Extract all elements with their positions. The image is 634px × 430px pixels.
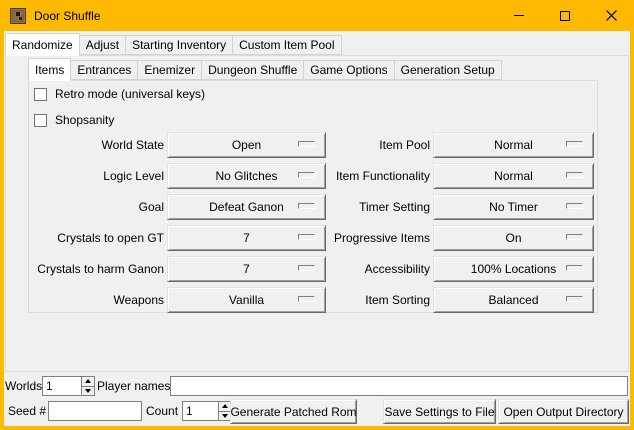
checkbox-retro-mode[interactable]: Retro mode (universal keys) xyxy=(34,85,205,103)
dropdown-item-functionality[interactable]: Normal xyxy=(433,163,594,189)
label-timer-setting: Timer Setting xyxy=(269,194,430,220)
tab-entrances[interactable]: Entrances xyxy=(70,60,138,80)
client-area: Randomize Adjust Starting Inventory Cust… xyxy=(4,31,630,426)
dropdown-accessibility[interactable]: 100% Locations xyxy=(433,256,594,282)
dropdown-indicator-icon xyxy=(566,234,583,240)
count-spinner[interactable] xyxy=(182,401,232,421)
checkbox-icon xyxy=(34,114,47,127)
dropdown-indicator-icon xyxy=(566,265,583,271)
window-controls xyxy=(496,0,634,31)
dropdown-value: No Timer xyxy=(489,195,538,219)
dropdown-progressive-items[interactable]: On xyxy=(433,225,594,251)
label-progressive-items: Progressive Items xyxy=(269,225,430,251)
dropdown-value: Vanilla xyxy=(229,288,264,312)
items-pane: Retro mode (universal keys) Shopsanity W… xyxy=(28,80,598,313)
tab-adjust[interactable]: Adjust xyxy=(79,35,126,55)
player-names-label: Player names xyxy=(97,375,170,397)
minimize-button[interactable] xyxy=(496,0,542,31)
tab-starting-inventory[interactable]: Starting Inventory xyxy=(125,35,233,55)
dropdown-value: Balanced xyxy=(488,288,538,312)
window-title: Door Shuffle xyxy=(34,9,101,23)
dropdown-value: Open xyxy=(232,133,261,157)
down-arrow-icon xyxy=(222,414,228,418)
worlds-spin-down-button[interactable] xyxy=(82,386,94,396)
main-tabstrip: Randomize Adjust Starting Inventory Cust… xyxy=(5,33,342,55)
label-item-functionality: Item Functionality xyxy=(269,163,430,189)
close-button[interactable] xyxy=(588,0,634,31)
checkbox-label: Shopsanity xyxy=(55,113,114,127)
label-item-sorting: Item Sorting xyxy=(269,287,430,313)
label-world-state: World State xyxy=(29,132,164,158)
dropdown-item-pool[interactable]: Normal xyxy=(433,132,594,158)
sub-tabstrip: Items Entrances Enemizer Dungeon Shuffle… xyxy=(28,58,502,80)
checkbox-label: Retro mode (universal keys) xyxy=(55,87,205,101)
player-names-input[interactable] xyxy=(170,376,628,396)
dropdown-value: Normal xyxy=(494,133,533,157)
tab-custom-item-pool[interactable]: Custom Item Pool xyxy=(232,35,341,55)
seed-label: Seed # xyxy=(8,400,46,422)
maximize-button[interactable] xyxy=(542,0,588,31)
label-accessibility: Accessibility xyxy=(269,256,430,282)
tab-dungeon-shuffle[interactable]: Dungeon Shuffle xyxy=(201,60,304,80)
tab-game-options[interactable]: Game Options xyxy=(303,60,394,80)
spinner-buttons xyxy=(81,377,94,395)
tab-randomize[interactable]: Randomize xyxy=(5,33,80,56)
dropdown-value: 7 xyxy=(243,257,250,281)
dropdown-indicator-icon xyxy=(566,296,583,302)
dropdown-indicator-icon xyxy=(566,203,583,209)
minimize-icon xyxy=(514,15,524,16)
generate-patched-rom-button[interactable]: Generate Patched Rom xyxy=(230,399,357,424)
label-logic-level: Logic Level xyxy=(29,163,164,189)
dropdown-value: 100% Locations xyxy=(471,257,556,281)
dropdown-item-sorting[interactable]: Balanced xyxy=(433,287,594,313)
down-arrow-icon xyxy=(85,389,91,393)
maximize-icon xyxy=(560,11,570,21)
open-output-directory-button[interactable]: Open Output Directory xyxy=(498,399,629,424)
dropdown-value: On xyxy=(505,226,521,250)
tab-enemizer[interactable]: Enemizer xyxy=(137,60,202,80)
label-crystals-ganon: Crystals to harm Ganon xyxy=(29,256,164,282)
dropdown-indicator-icon xyxy=(566,172,583,178)
dropdown-indicator-icon xyxy=(566,141,583,147)
dropdown-value: 7 xyxy=(243,226,250,250)
label-item-pool: Item Pool xyxy=(269,132,430,158)
checkbox-shopsanity[interactable]: Shopsanity xyxy=(34,111,114,129)
save-settings-button[interactable]: Save Settings to File xyxy=(383,399,496,424)
seed-input[interactable] xyxy=(48,401,142,421)
window: Door Shuffle Randomize Adjust Starting I… xyxy=(0,0,634,430)
dropdown-timer-setting[interactable]: No Timer xyxy=(433,194,594,220)
tab-generation-setup[interactable]: Generation Setup xyxy=(394,60,502,80)
count-input[interactable] xyxy=(183,402,218,420)
tab-items[interactable]: Items xyxy=(28,58,71,81)
app-icon xyxy=(10,8,26,24)
label-weapons: Weapons xyxy=(29,287,164,313)
worlds-spin-up-button[interactable] xyxy=(82,377,94,386)
label-goal: Goal xyxy=(29,194,164,220)
label-crystals-gt: Crystals to open GT xyxy=(29,225,164,251)
up-arrow-icon xyxy=(85,379,91,383)
dropdown-value: Normal xyxy=(494,164,533,188)
checkbox-icon xyxy=(34,88,47,101)
close-icon xyxy=(606,10,617,21)
titlebar[interactable]: Door Shuffle xyxy=(0,0,634,31)
worlds-spinner[interactable] xyxy=(42,376,95,396)
up-arrow-icon xyxy=(222,404,228,408)
worlds-label: Worlds xyxy=(5,375,42,397)
count-label: Count xyxy=(146,400,178,422)
worlds-input[interactable] xyxy=(43,377,81,395)
